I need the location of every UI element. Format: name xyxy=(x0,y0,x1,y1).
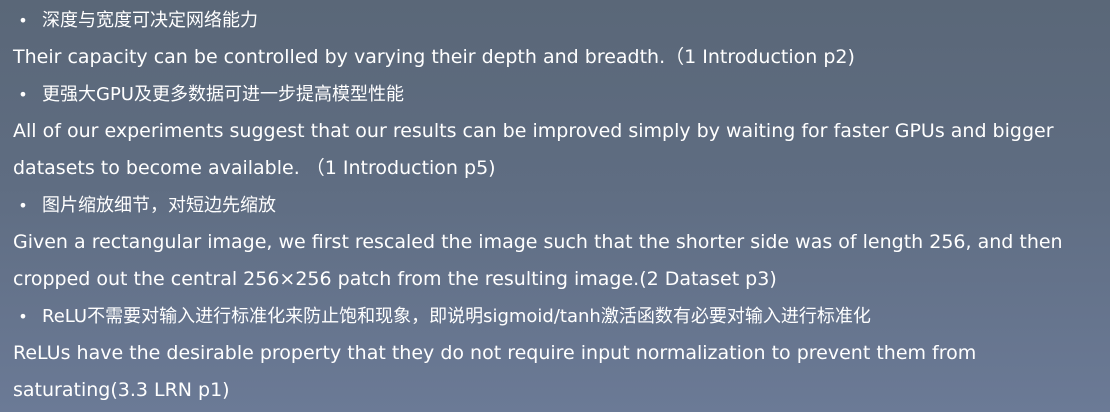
bullet-dot: • xyxy=(18,85,28,104)
quote-line: Their capacity can be controlled by vary… xyxy=(13,46,855,68)
bullet-item: • 更强大GPU及更多数据可进一步提高模型性能 xyxy=(13,76,1110,113)
bullet-item: • 深度与宽度可决定网络能力 xyxy=(13,2,1110,39)
quote-line: saturating(3.3 LRN p1) xyxy=(13,379,230,401)
quote-line: ReLUs have the desirable property that t… xyxy=(13,342,977,364)
quote-line: All of our experiments suggest that our … xyxy=(13,120,1054,142)
bullet-item: • ReLU不需要对输入进行标准化来防止饱和现象，即说明sigmoid/tanh… xyxy=(13,298,1110,335)
quote-line: Given a rectangular image, we first resc… xyxy=(13,231,1063,253)
quote-line: datasets to become available. （1 Introdu… xyxy=(13,157,496,179)
bullet-heading: 图片缩放细节，对短边先缩放 xyxy=(42,195,276,216)
bullet-dot: • xyxy=(18,11,28,30)
bullet-heading: 更强大GPU及更多数据可进一步提高模型性能 xyxy=(42,84,404,105)
slide-content: • 深度与宽度可决定网络能力 Their capacity can be con… xyxy=(0,0,1110,412)
bullet-heading: ReLU不需要对输入进行标准化来防止饱和现象，即说明sigmoid/tanh激活… xyxy=(42,306,871,327)
quote-line: cropped out the central 256×256 patch fr… xyxy=(13,268,777,290)
bullet-heading: 深度与宽度可决定网络能力 xyxy=(42,10,258,31)
bullet-dot: • xyxy=(18,307,28,326)
bullet-item: • 图片缩放细节，对短边先缩放 xyxy=(13,187,1110,224)
bullet-dot: • xyxy=(18,196,28,215)
